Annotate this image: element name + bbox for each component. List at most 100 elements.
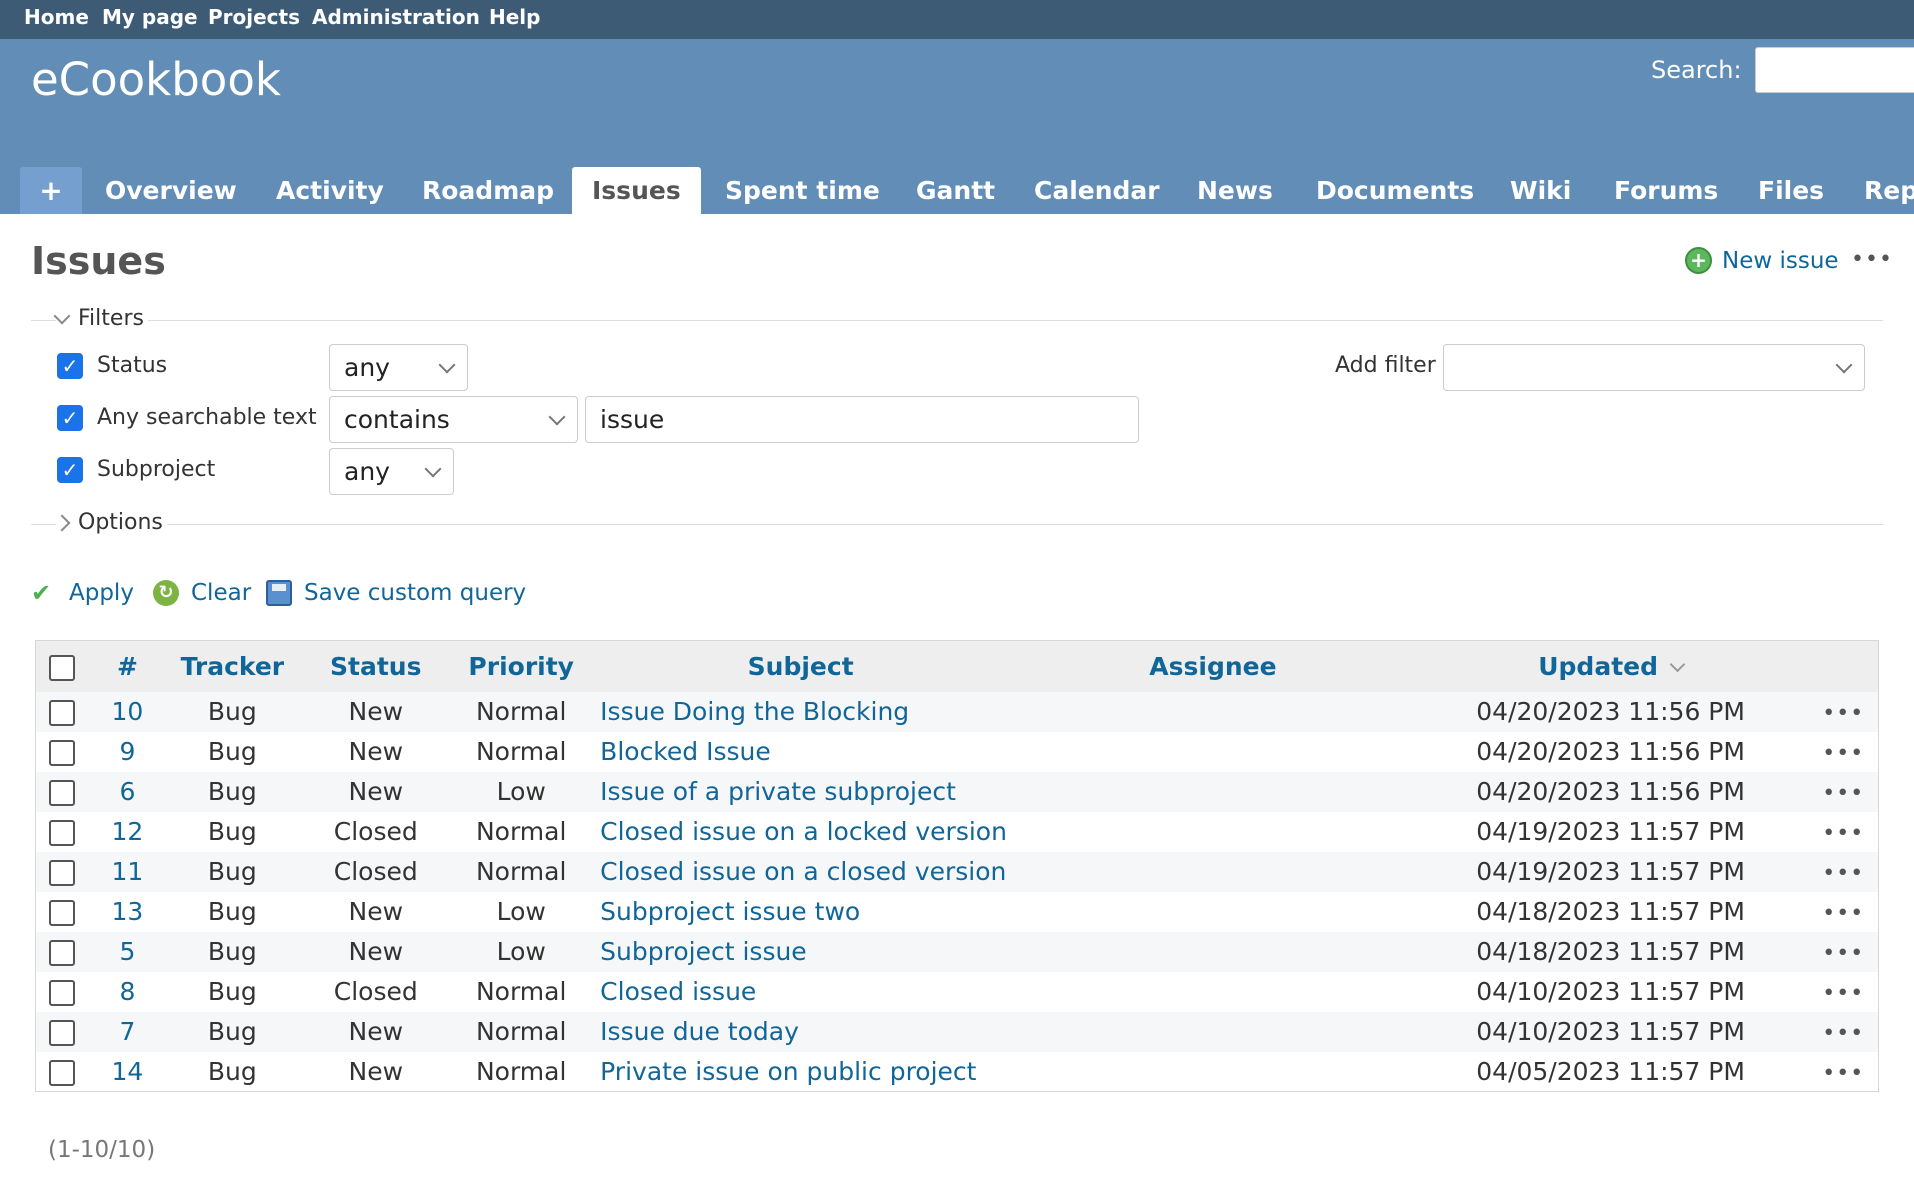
more-actions-icon[interactable]: ••• (1822, 821, 1864, 846)
table-row[interactable]: 10 Bug New Normal Issue Doing the Blocking 04… (35, 691, 1879, 732)
more-actions-icon[interactable]: ••• (1822, 901, 1864, 926)
row-checkbox-cell[interactable] (36, 812, 88, 852)
tab-wiki[interactable]: Wiki (1510, 167, 1572, 214)
issue-id-link[interactable]: 12 (112, 817, 144, 846)
table-row[interactable]: 6 Bug New Low Issue of a private subproject 0… (35, 771, 1879, 812)
table-row[interactable]: 7 Bug New Normal Issue due today 04/10/2023 1… (35, 1011, 1879, 1052)
select-all-checkbox[interactable] (48, 654, 75, 681)
row-checkbox[interactable] (48, 940, 75, 966)
table-row[interactable]: 11 Bug Closed Normal Closed issue on a close… (35, 851, 1879, 892)
issue-id-link[interactable]: 7 (119, 1017, 135, 1046)
row-actions-cell[interactable]: ••• (1809, 692, 1879, 732)
table-row[interactable]: 8 Bug Closed Normal Closed issue 04/10/2023 1… (35, 971, 1879, 1012)
search-input[interactable] (1755, 47, 1914, 93)
top-menu-projects[interactable]: Projects (208, 5, 300, 29)
row-actions-cell[interactable]: ••• (1809, 892, 1879, 932)
more-actions-icon[interactable]: ••• (1851, 247, 1893, 272)
column-header-priority[interactable]: Priority (454, 641, 588, 692)
table-row[interactable]: 14 Bug New Normal Private issue on public pr… (35, 1051, 1879, 1092)
row-checkbox[interactable] (48, 820, 75, 846)
issue-subject-link[interactable]: Issue of a private subproject (600, 777, 956, 806)
table-row[interactable]: 13 Bug New Low Subproject issue two 04/18/202… (35, 891, 1879, 932)
add-filter-select[interactable] (1443, 344, 1865, 391)
more-actions-icon[interactable]: ••• (1822, 1061, 1864, 1086)
row-checkbox-cell[interactable] (36, 972, 88, 1012)
top-menu-administration[interactable]: Administration (312, 5, 480, 29)
issue-subject-link[interactable]: Issue due today (600, 1017, 799, 1046)
row-checkbox-cell[interactable] (36, 932, 88, 972)
table-row[interactable]: 12 Bug Closed Normal Closed issue on a locke… (35, 811, 1879, 852)
filter-subproject-checkbox[interactable]: ✓ (57, 457, 83, 483)
issue-subject-link[interactable]: Closed issue on a locked version (600, 817, 1007, 846)
top-menu-help[interactable]: Help (489, 5, 540, 29)
tab-roadmap[interactable]: Roadmap (422, 167, 555, 214)
tab-issues[interactable]: Issues (572, 167, 701, 214)
row-checkbox[interactable] (48, 1020, 75, 1046)
issue-subject-link[interactable]: Subproject issue two (600, 897, 860, 926)
column-header-tracker[interactable]: Tracker (167, 641, 297, 692)
more-actions-icon[interactable]: ••• (1822, 1021, 1864, 1046)
filters-legend[interactable]: Filters (53, 306, 148, 331)
new-issue-link[interactable]: + New issue (1685, 247, 1839, 274)
table-row[interactable]: 5 Bug New Low Subproject issue 04/18/2023 11:… (35, 931, 1879, 972)
tab-repository[interactable]: Rep (1864, 167, 1914, 214)
column-header-subject[interactable]: Subject (588, 641, 1013, 692)
column-header-id[interactable]: # (87, 641, 167, 692)
row-checkbox-cell[interactable] (36, 772, 88, 812)
tab-overview[interactable]: Overview (105, 167, 237, 214)
issue-id-link[interactable]: 11 (112, 857, 144, 886)
row-checkbox[interactable] (48, 860, 75, 886)
more-actions-icon[interactable]: ••• (1822, 781, 1864, 806)
column-header-updated[interactable]: Updated (1413, 641, 1809, 692)
tab-spent-time[interactable]: Spent time (725, 167, 880, 214)
tab-gantt[interactable]: Gantt (916, 167, 996, 214)
new-object-tab[interactable]: + (20, 167, 82, 214)
select-all-checkbox-cell[interactable] (36, 641, 88, 692)
apply-button[interactable]: ✔ Apply (31, 580, 134, 606)
row-checkbox-cell[interactable] (36, 692, 88, 732)
issue-subject-link[interactable]: Closed issue (600, 977, 756, 1006)
save-query-button[interactable]: Save custom query (266, 580, 526, 606)
row-actions-cell[interactable]: ••• (1809, 932, 1879, 972)
row-checkbox-cell[interactable] (36, 892, 88, 932)
tab-files[interactable]: Files (1758, 167, 1825, 214)
tab-activity[interactable]: Activity (276, 167, 384, 214)
row-checkbox-cell[interactable] (36, 1052, 88, 1092)
row-actions-cell[interactable]: ••• (1809, 972, 1879, 1012)
row-checkbox[interactable] (48, 780, 75, 806)
filter-text-operator-select[interactable]: contains (329, 396, 578, 443)
issue-id-link[interactable]: 10 (112, 697, 144, 726)
row-actions-cell[interactable]: ••• (1809, 1012, 1879, 1052)
issue-subject-link[interactable]: Closed issue on a closed version (600, 857, 1006, 886)
clear-button[interactable]: ↻ Clear (153, 580, 251, 606)
row-checkbox[interactable] (48, 740, 75, 766)
filter-text-value-input[interactable]: issue (585, 396, 1139, 443)
more-actions-icon[interactable]: ••• (1822, 741, 1864, 766)
more-actions-icon[interactable]: ••• (1822, 941, 1864, 966)
issue-subject-link[interactable]: Blocked Issue (600, 737, 771, 766)
options-legend[interactable]: Options (53, 510, 167, 535)
table-row[interactable]: 9 Bug New Normal Blocked Issue 04/20/2023 11:… (35, 731, 1879, 772)
column-header-status[interactable]: Status (297, 641, 454, 692)
tab-calendar[interactable]: Calendar (1034, 167, 1160, 214)
issue-id-link[interactable]: 14 (112, 1057, 144, 1086)
more-actions-icon[interactable]: ••• (1822, 981, 1864, 1006)
tab-documents[interactable]: Documents (1316, 167, 1475, 214)
row-actions-cell[interactable]: ••• (1809, 812, 1879, 852)
row-checkbox[interactable] (48, 1059, 75, 1086)
filter-status-operator-select[interactable]: any (329, 344, 468, 391)
issue-id-link[interactable]: 8 (119, 977, 135, 1006)
more-actions-icon[interactable]: ••• (1822, 701, 1864, 726)
issue-id-link[interactable]: 9 (119, 737, 135, 766)
top-menu-home[interactable]: Home (24, 5, 89, 29)
row-checkbox-cell[interactable] (36, 732, 88, 772)
row-checkbox[interactable] (48, 900, 75, 926)
tab-news[interactable]: News (1197, 167, 1273, 214)
top-menu-my-page[interactable]: My page (102, 5, 198, 29)
issue-id-link[interactable]: 13 (112, 897, 144, 926)
filter-subproject-operator-select[interactable]: any (329, 448, 454, 495)
row-checkbox-cell[interactable] (36, 1012, 88, 1052)
row-checkbox-cell[interactable] (36, 852, 88, 892)
issue-subject-link[interactable]: Subproject issue (600, 937, 807, 966)
column-header-assignee[interactable]: Assignee (1013, 641, 1413, 692)
